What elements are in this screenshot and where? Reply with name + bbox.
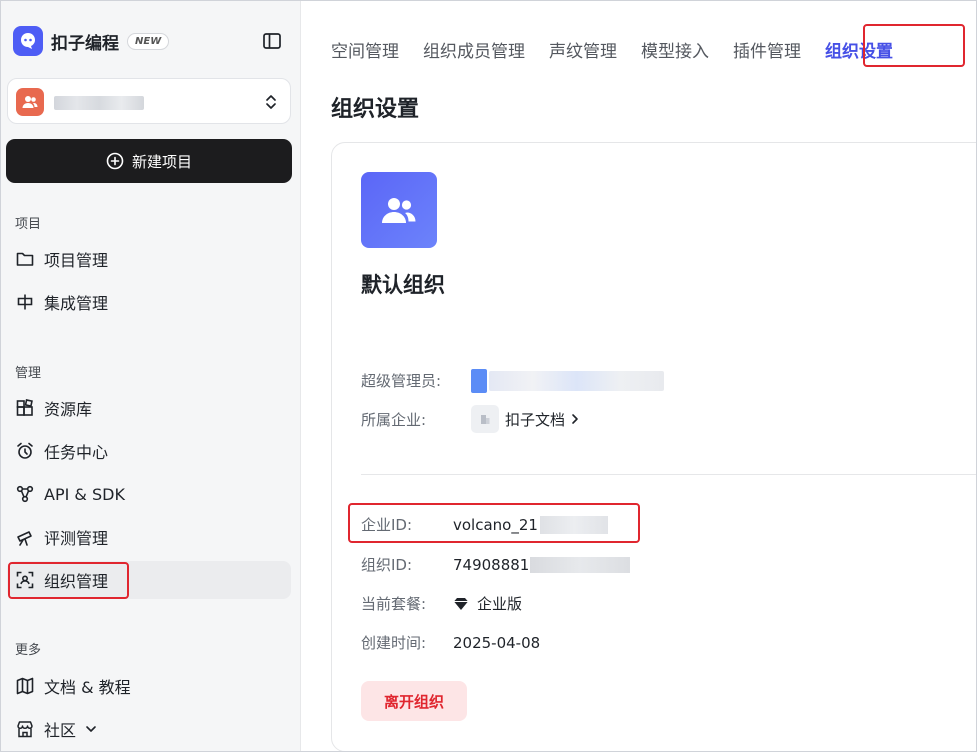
chevron-up-down-icon: [263, 93, 279, 111]
chevron-right-icon: [572, 414, 578, 424]
super-admin-value: [453, 365, 668, 395]
sidebar-item-label: 组织管理: [44, 572, 109, 591]
plan-row: 当前套餐: 企业版: [361, 593, 522, 614]
tab-plugin-management[interactable]: 插件管理: [733, 37, 801, 62]
enterprise-id-row: 企业ID: volcano_21: [361, 514, 608, 535]
sidebar-item-community[interactable]: 社区: [7, 710, 291, 748]
org-settings-card: 默认组织 超级管理员: 所属企业: 扣子文档 企业ID: volcano_21 …: [331, 142, 976, 751]
org-id-redacted: [530, 556, 631, 573]
divider: [361, 474, 976, 475]
sidebar-item-label: 文档 & 教程: [44, 678, 131, 697]
sidebar-item-label: 集成管理: [44, 294, 109, 313]
brand[interactable]: 扣子编程 NEW: [13, 25, 170, 57]
org-switcher[interactable]: [7, 78, 291, 124]
enterprise-link[interactable]: 扣子文档: [471, 405, 581, 433]
sidebar: 扣子编程 NEW 新建项目 项目 项目管理 集成管理 管理 资源库 任务中心 A…: [1, 1, 301, 751]
chevron-down-icon: [86, 726, 96, 732]
super-admin-row: 超级管理员:: [361, 365, 668, 395]
enterprise-label: 所属企业:: [361, 410, 427, 429]
enterprise-name: 扣子文档: [505, 410, 566, 429]
team-icon: [382, 198, 416, 223]
alarm-clock-icon: [15, 441, 35, 461]
sidebar-item-label: 项目管理: [44, 251, 109, 270]
store-icon: [15, 719, 35, 739]
integration-icon: [15, 292, 35, 312]
sidebar-item-docs[interactable]: 文档 & 教程: [7, 667, 291, 705]
org-id-label: 组织ID:: [361, 556, 413, 574]
org-id-value[interactable]: 74908881: [453, 555, 631, 574]
enterprise-id-redacted: [539, 515, 608, 534]
org-name: 默认组织: [361, 273, 445, 297]
telescope-icon: [15, 527, 35, 547]
org-id-text: 74908881: [453, 555, 530, 574]
plan-value: 企业版: [453, 593, 522, 614]
diamond-icon: [454, 597, 468, 610]
admin-name-redacted: [489, 371, 664, 391]
super-admin-label: 超级管理员:: [361, 371, 442, 390]
leave-org-button[interactable]: 离开组织: [361, 681, 467, 721]
sidebar-item-api-sdk[interactable]: API & SDK: [7, 475, 291, 513]
map-book-icon: [15, 676, 35, 696]
sidebar-item-evaluation[interactable]: 评测管理: [7, 518, 291, 556]
enterprise-id-label: 企业ID:: [361, 516, 413, 534]
section-label-projects: 项目: [15, 217, 42, 232]
sidebar-item-library[interactable]: 资源库: [7, 389, 291, 427]
created-value: 2025-04-08: [453, 633, 541, 652]
new-project-label: 新建项目: [131, 152, 192, 171]
enterprise-id-value[interactable]: volcano_21: [453, 515, 608, 534]
sidebar-item-label: 社区: [44, 721, 77, 740]
tab-space-management[interactable]: 空间管理: [331, 37, 399, 62]
enterprise-row: 所属企业: 扣子文档: [361, 405, 581, 433]
building-icon: [471, 405, 499, 433]
new-badge: NEW: [127, 32, 170, 50]
sidebar-item-org-management[interactable]: 组织管理: [7, 561, 291, 599]
enterprise-id-text: volcano_21: [453, 515, 538, 534]
org-avatar: [16, 88, 44, 116]
brand-name: 扣子编程: [51, 33, 119, 54]
top-tabs: 空间管理 组织成员管理 声纹管理 模型接入 插件管理 组织设置: [331, 37, 893, 62]
org-id-row: 组织ID: 74908881: [361, 554, 631, 575]
sidebar-item-label: 资源库: [44, 400, 93, 419]
tab-model-access[interactable]: 模型接入: [641, 37, 709, 62]
org-avatar-large: [361, 172, 437, 248]
sidebar-item-label: 任务中心: [44, 443, 109, 462]
section-label-more: 更多: [15, 643, 42, 658]
sidebar-item-projects[interactable]: 项目管理: [7, 240, 291, 278]
new-project-button[interactable]: 新建项目: [6, 139, 292, 183]
library-icon: [15, 398, 35, 418]
org-scan-icon: [15, 570, 35, 590]
sidebar-item-label: API & SDK: [44, 484, 125, 504]
brand-logo-icon: [13, 26, 43, 56]
plan-text: 企业版: [477, 595, 523, 613]
admin-avatar-redacted: [471, 369, 487, 393]
created-label: 创建时间:: [361, 634, 427, 652]
sidebar-item-integrations[interactable]: 集成管理: [7, 283, 291, 321]
tab-org-members[interactable]: 组织成员管理: [423, 37, 525, 62]
page-title: 组织设置: [331, 97, 420, 122]
org-name-redacted: [54, 96, 144, 110]
sidebar-item-label: 评测管理: [44, 529, 109, 548]
sidebar-item-tasks[interactable]: 任务中心: [7, 432, 291, 470]
tab-org-settings[interactable]: 组织设置: [825, 37, 893, 62]
tab-voiceprint[interactable]: 声纹管理: [549, 37, 617, 62]
app-window: 扣子编程 NEW 新建项目 项目 项目管理 集成管理 管理 资源库 任务中心 A…: [0, 0, 977, 752]
sidebar-collapse-icon[interactable]: [261, 30, 283, 52]
created-row: 创建时间: 2025-04-08: [361, 632, 540, 653]
plan-label: 当前套餐:: [361, 595, 427, 613]
section-label-manage: 管理: [15, 366, 42, 381]
plus-circle-icon: [106, 152, 124, 170]
folder-icon: [15, 249, 35, 269]
api-nodes-icon: [15, 484, 35, 504]
